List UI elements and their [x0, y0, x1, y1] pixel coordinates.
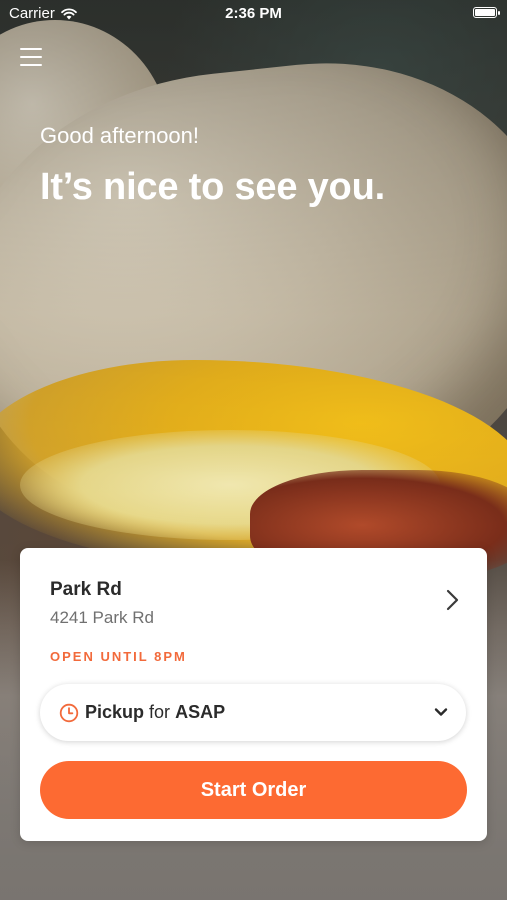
- start-order-button[interactable]: Start Order: [40, 761, 467, 819]
- store-hours: OPEN UNTIL 8PM: [50, 649, 187, 664]
- pickup-text: Pickup for ASAP: [85, 702, 225, 723]
- chevron-right-icon[interactable]: [445, 588, 461, 612]
- chevron-down-icon: [434, 708, 448, 716]
- location-card: Park Rd 4241 Park Rd OPEN UNTIL 8PM Pick…: [20, 548, 487, 841]
- status-time: 2:36 PM: [225, 5, 282, 22]
- status-bar: Carrier 2:36 PM: [0, 0, 507, 28]
- battery-icon: [473, 7, 500, 18]
- greeting-text: Good afternoon!: [40, 123, 200, 148]
- menu-icon[interactable]: [20, 48, 42, 72]
- order-connector: for: [149, 702, 171, 722]
- clock-icon: [59, 703, 79, 722]
- order-time: ASAP: [175, 702, 226, 722]
- store-name[interactable]: Park Rd: [50, 579, 122, 601]
- headline-text: It’s nice to see you.: [40, 166, 385, 208]
- store-address: 4241 Park Rd: [50, 608, 154, 627]
- pickup-time-selector[interactable]: Pickup for ASAP: [40, 684, 466, 741]
- order-mode: Pickup: [85, 702, 145, 722]
